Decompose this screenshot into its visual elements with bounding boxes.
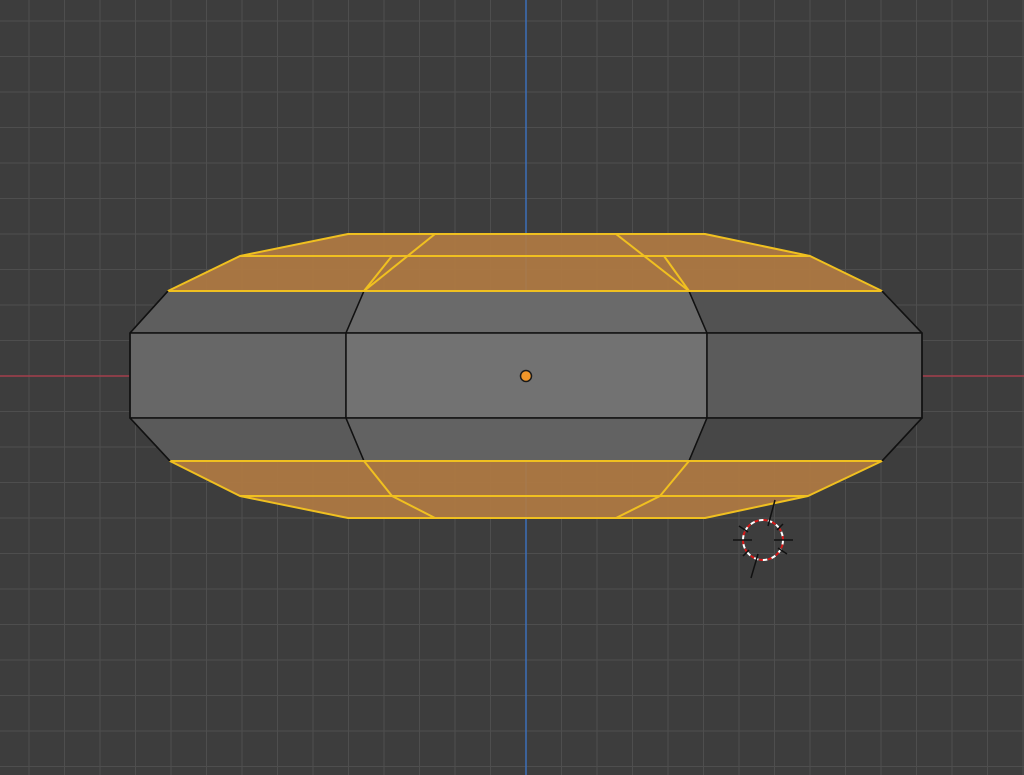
object-origin-point[interactable]	[519, 369, 533, 383]
3d-viewport[interactable]	[0, 0, 1024, 775]
